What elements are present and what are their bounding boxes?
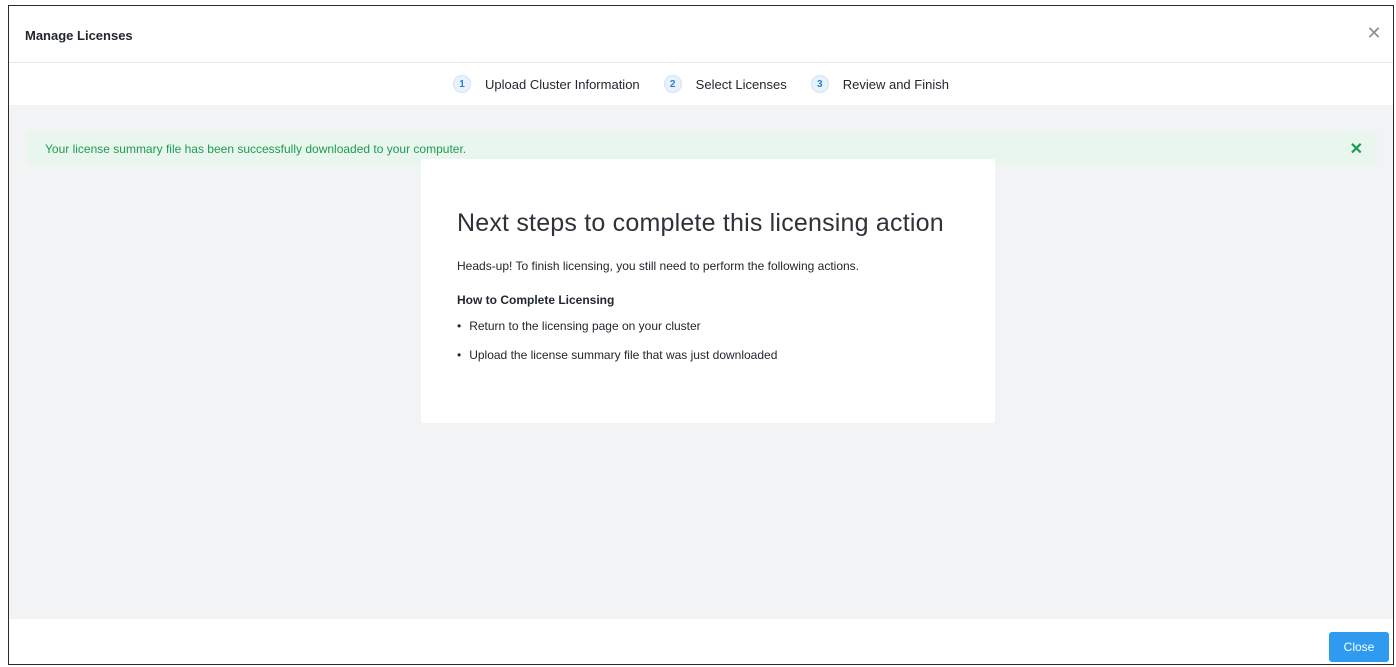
step-label: Review and Finish bbox=[842, 76, 949, 92]
alert-message: Your license summary file has been succe… bbox=[45, 142, 467, 156]
card-subheading: How to Complete Licensing bbox=[457, 293, 615, 307]
step-upload-cluster-information[interactable]: 1 Upload Cluster Information bbox=[453, 75, 640, 93]
step-label: Upload Cluster Information bbox=[485, 76, 640, 92]
bullet-icon: • bbox=[457, 348, 462, 362]
card-heading: Next steps to complete this licensing ac… bbox=[457, 209, 944, 237]
list-item: • Upload the license summary file that w… bbox=[457, 348, 777, 362]
dialog-body: Your license summary file has been succe… bbox=[9, 105, 1393, 620]
list-item: • Return to the licensing page on your c… bbox=[457, 319, 777, 333]
step-select-licenses[interactable]: 2 Select Licenses bbox=[663, 75, 787, 93]
step-number: 2 bbox=[663, 75, 682, 93]
steps-list: • Return to the licensing page on your c… bbox=[457, 319, 777, 377]
next-steps-card: Next steps to complete this licensing ac… bbox=[421, 159, 995, 423]
close-icon[interactable]: ✕ bbox=[1365, 24, 1383, 42]
dialog-title: Manage Licenses bbox=[25, 28, 133, 43]
step-review-and-finish[interactable]: 3 Review and Finish bbox=[810, 75, 949, 93]
list-item-text: Upload the license summary file that was… bbox=[469, 348, 778, 362]
dialog-footer: Close bbox=[9, 619, 1393, 664]
step-number: 3 bbox=[810, 75, 829, 93]
dialog-header: Manage Licenses ✕ bbox=[9, 6, 1393, 63]
close-button[interactable]: Close bbox=[1329, 632, 1389, 662]
wizard-steps: 1 Upload Cluster Information 2 Select Li… bbox=[9, 63, 1393, 105]
close-icon[interactable]: ✕ bbox=[1350, 139, 1363, 159]
card-lead-text: Heads-up! To finish licensing, you still… bbox=[457, 259, 859, 273]
step-label: Select Licenses bbox=[695, 76, 787, 92]
manage-licenses-dialog: Manage Licenses ✕ 1 Upload Cluster Infor… bbox=[8, 5, 1394, 665]
bullet-icon: • bbox=[457, 319, 462, 333]
list-item-text: Return to the licensing page on your clu… bbox=[469, 319, 701, 333]
step-number: 1 bbox=[453, 75, 472, 93]
